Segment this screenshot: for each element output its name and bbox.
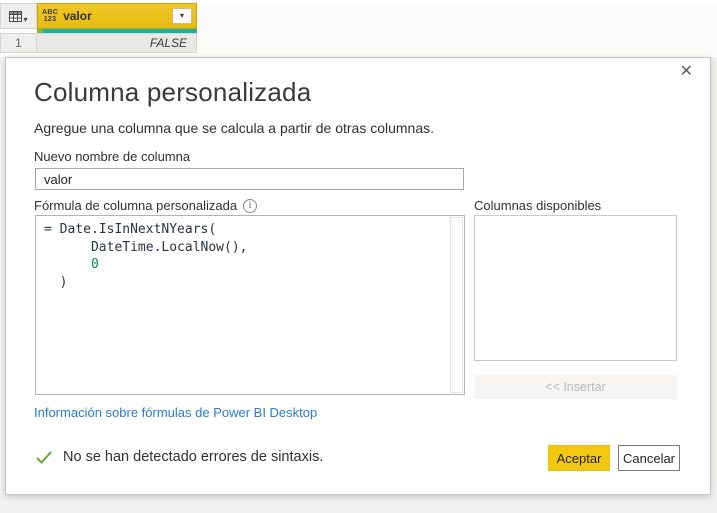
editor-scrollbar[interactable] <box>450 217 463 393</box>
available-columns-label: Columnas disponibles <box>474 198 602 213</box>
formula-label: Fórmula de columna personalizada <box>34 198 238 213</box>
info-icon[interactable]: i <box>243 198 258 213</box>
insert-column-button[interactable]: << Insertar <box>474 375 677 399</box>
table-select-all-button[interactable]: ▾ <box>0 3 37 29</box>
column-name: valor <box>63 9 92 23</box>
syntax-ok-check-icon <box>36 450 52 464</box>
formula-help-link[interactable]: Información sobre fórmulas de Power BI D… <box>34 405 317 420</box>
dialog-title: Columna personalizada <box>34 77 312 107</box>
custom-column-dialog: ✕ Columna personalizada Agregue una colu… <box>5 57 711 495</box>
cancel-button[interactable]: Cancelar <box>618 445 680 471</box>
chevron-down-icon: ▾ <box>179 11 184 20</box>
formula-editor[interactable]: = Date.IsInNextNYears( DateTime.LocalNow… <box>35 215 465 395</box>
row-number-cell: 1 <box>0 33 37 53</box>
column-type-any-icon: ABC 123 <box>42 9 59 23</box>
new-column-name-label: Nuevo nombre de columna <box>34 149 191 164</box>
column-header-valor[interactable]: ABC 123 valor ▾ <box>37 3 197 29</box>
formula-code: = Date.IsInNextNYears( DateTime.LocalNow… <box>44 222 248 290</box>
syntax-status-text: No se han detectado errores de sintaxis. <box>63 449 324 465</box>
column-filter-dropdown-button[interactable]: ▾ <box>172 8 192 24</box>
accept-button[interactable]: Aceptar <box>548 445 610 471</box>
close-icon[interactable]: ✕ <box>680 64 693 80</box>
table-grid-icon <box>9 10 23 22</box>
table-cell-value[interactable]: FALSE <box>37 33 197 53</box>
dialog-subtitle: Agregue una columna que se calcula a par… <box>34 120 435 136</box>
available-columns-listbox[interactable] <box>474 215 677 361</box>
new-column-name-input[interactable] <box>35 168 464 190</box>
chevron-down-icon: ▾ <box>23 14 28 24</box>
